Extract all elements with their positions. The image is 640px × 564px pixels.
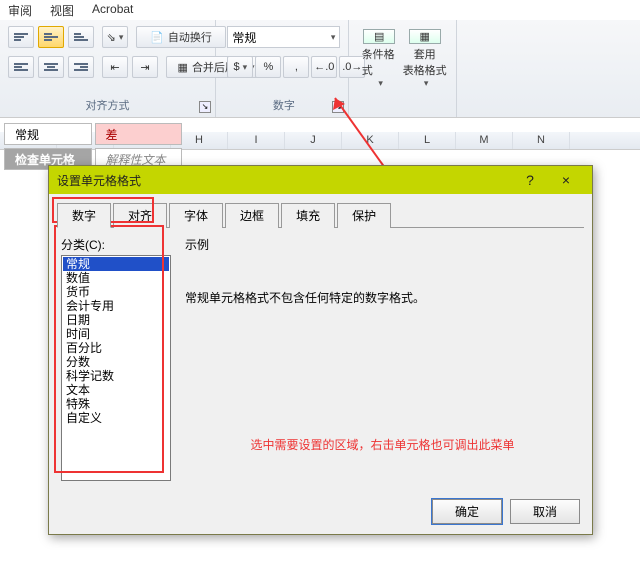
wrap-text-icon: 📄	[150, 31, 164, 44]
increase-indent-button[interactable]: ⇥	[132, 56, 158, 78]
merge-icon: ▦	[178, 61, 188, 74]
category-item[interactable]: 常规	[63, 257, 169, 271]
ribbon: ⇘▾ 📄 自动换行 ⇤ ⇥ ▦ 合并后居中 ▾ 对齐方式 ↘	[0, 20, 640, 118]
cancel-button[interactable]: 取消	[510, 499, 580, 524]
percent-button[interactable]: %	[255, 56, 281, 78]
format-description: 常规单元格格式不包含任何特定的数字格式。	[185, 289, 580, 306]
decrease-indent-button[interactable]: ⇤	[102, 56, 128, 78]
category-item[interactable]: 会计专用	[63, 299, 169, 313]
align-top-button[interactable]	[8, 26, 34, 48]
chevron-down-icon: ▾	[378, 78, 383, 89]
align-center-button[interactable]	[38, 56, 64, 78]
tab-protect[interactable]: 保护	[337, 203, 391, 228]
align-right-icon	[74, 62, 88, 72]
col-header[interactable]: I	[228, 132, 285, 149]
ok-button[interactable]: 确定	[432, 499, 502, 524]
cell-style-bad[interactable]: 差	[95, 123, 183, 145]
sample-box	[185, 259, 580, 275]
col-header[interactable]: N	[513, 132, 570, 149]
category-item[interactable]: 分数	[63, 355, 169, 369]
conditional-format-button[interactable]: ▤ 条件格式 ▾	[361, 24, 398, 90]
col-header[interactable]: K	[342, 132, 399, 149]
category-item[interactable]: 货币	[63, 285, 169, 299]
dialog-close-button[interactable]: ×	[548, 169, 584, 191]
category-item[interactable]: 特殊	[63, 397, 169, 411]
category-label: 分类(C):	[61, 236, 171, 253]
wrap-text-label: 自动换行	[168, 29, 212, 45]
cell-style-normal[interactable]: 常规	[4, 123, 92, 145]
increase-decimal-button[interactable]: ←.0	[311, 56, 337, 78]
align-top-icon	[14, 32, 28, 42]
conditional-format-icon: ▤	[363, 29, 395, 44]
annotation-note: 选中需要设置的区域，右击单元格也可调出此菜单	[185, 436, 580, 453]
category-item[interactable]: 自定义	[63, 411, 169, 425]
number-format-dropdown[interactable]: 常规 ▾	[227, 26, 340, 48]
sample-label: 示例	[185, 236, 580, 253]
chevron-down-icon: ▾	[243, 62, 248, 73]
align-dialog-launcher[interactable]: ↘	[199, 101, 211, 113]
number-format-value: 常规	[232, 29, 256, 46]
conditional-format-label: 条件格式	[362, 46, 397, 78]
category-item[interactable]: 文本	[63, 383, 169, 397]
tab-review[interactable]: 审阅	[8, 2, 32, 18]
tab-align[interactable]: 对齐	[113, 203, 167, 228]
table-format-label: 套用 表格格式	[403, 46, 447, 78]
group-label-align: 对齐方式	[0, 97, 215, 113]
dialog-tabs: 数字 对齐 字体 边框 填充 保护	[49, 194, 592, 227]
table-format-icon: ▦	[409, 29, 441, 44]
number-dialog-launcher[interactable]: ↘	[332, 101, 344, 113]
align-center-icon	[44, 62, 58, 72]
tab-number[interactable]: 数字	[57, 203, 111, 228]
category-item[interactable]: 时间	[63, 327, 169, 341]
dialog-title-text: 设置单元格格式	[57, 172, 141, 189]
align-middle-icon	[44, 32, 58, 42]
chevron-down-icon: ▾	[424, 78, 429, 89]
align-right-button[interactable]	[68, 56, 94, 78]
tab-acrobat[interactable]: Acrobat	[92, 2, 133, 18]
tab-font[interactable]: 字体	[169, 203, 223, 228]
align-left-icon	[14, 62, 28, 72]
currency-button[interactable]: $▾	[227, 56, 253, 78]
align-bottom-button[interactable]	[68, 26, 94, 48]
table-format-button[interactable]: ▦ 套用 表格格式 ▾	[402, 24, 448, 90]
align-bottom-icon	[74, 32, 88, 42]
align-middle-button[interactable]	[38, 26, 64, 48]
align-left-button[interactable]	[8, 56, 34, 78]
format-cells-dialog: 设置单元格格式 ? × 数字 对齐 字体 边框 填充 保护 分类(C): 常规 …	[48, 165, 593, 535]
comma-button[interactable]: ,	[283, 56, 309, 78]
category-item[interactable]: 百分比	[63, 341, 169, 355]
category-item[interactable]: 科学记数	[63, 369, 169, 383]
currency-icon: $	[234, 61, 240, 73]
category-item[interactable]: 日期	[63, 313, 169, 327]
orientation-button[interactable]: ⇘▾	[102, 26, 128, 48]
tab-view[interactable]: 视图	[50, 2, 74, 18]
group-label-number: 数字	[219, 97, 348, 113]
col-header[interactable]: M	[456, 132, 513, 149]
category-item[interactable]: 数值	[63, 271, 169, 285]
dialog-help-button[interactable]: ?	[512, 169, 548, 191]
tab-border[interactable]: 边框	[225, 203, 279, 228]
chevron-down-icon: ▾	[331, 32, 336, 43]
category-list[interactable]: 常规 数值 货币 会计专用 日期 时间 百分比 分数 科学记数 文本 特殊 自定…	[61, 255, 171, 481]
col-header[interactable]: J	[285, 132, 342, 149]
wrap-text-button[interactable]: 📄 自动换行	[136, 26, 226, 48]
col-header[interactable]: L	[399, 132, 456, 149]
dialog-titlebar[interactable]: 设置单元格格式 ? ×	[49, 166, 592, 194]
chevron-down-icon: ▾	[119, 32, 124, 43]
tab-fill[interactable]: 填充	[281, 203, 335, 228]
